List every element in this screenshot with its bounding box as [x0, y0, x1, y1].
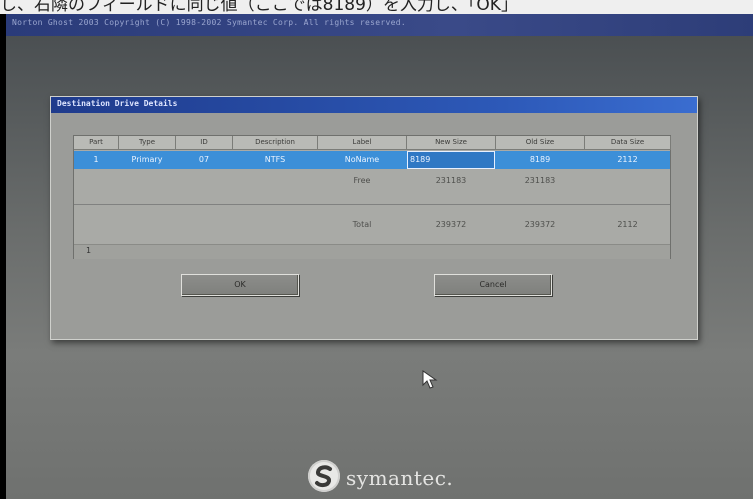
status-value: 1 — [86, 246, 92, 255]
app-title-bar: Norton Ghost 2003 Copyright (C) 1998-200… — [6, 14, 753, 36]
dialog-title-bar: Destination Drive Details — [51, 97, 697, 113]
symantec-logo: symantec. — [308, 454, 468, 494]
ok-button[interactable]: OK — [181, 274, 299, 296]
partition-table: Part Type ID Description Label New Size … — [73, 135, 671, 259]
cell-old-size: 239372 — [524, 220, 556, 229]
app-title: Norton Ghost 2003 Copyright (C) 1998-200… — [12, 18, 406, 27]
table-divider — [74, 204, 670, 205]
cell-data-size: 2112 — [617, 155, 638, 164]
cell-new-size: 239372 — [435, 220, 467, 229]
symantec-wordmark: symantec. — [346, 466, 454, 490]
dialog-title: Destination Drive Details — [57, 99, 178, 108]
destination-drive-details-dialog: Destination Drive Details Part Type ID D… — [50, 96, 698, 340]
caption-strip: し、右隣のフィールドに同じ値（ここでは8189）を入力し、「OK」 — [0, 0, 753, 14]
column-header-label[interactable]: Label — [318, 136, 407, 150]
caption-text: し、右隣のフィールドに同じ値（ここでは8189）を入力し、「OK」 — [0, 0, 518, 14]
column-header-id[interactable]: ID — [176, 136, 233, 150]
cell-old-size: 8189 — [529, 155, 551, 164]
table-row[interactable]: Free 231183 231183 — [74, 172, 670, 190]
cell-data-size: 2112 — [617, 220, 638, 229]
table-row[interactable]: Total 239372 239372 2112 — [74, 216, 670, 234]
column-header-old-size[interactable]: Old Size — [496, 136, 585, 150]
monitor-screen: Norton Ghost 2003 Copyright (C) 1998-200… — [6, 14, 753, 499]
cell-label: NoName — [344, 155, 380, 164]
column-header-new-size[interactable]: New Size — [407, 136, 496, 150]
new-size-input[interactable]: 8189 — [407, 151, 495, 169]
cancel-button[interactable]: Cancel — [434, 274, 552, 296]
cell-type: Primary — [131, 155, 163, 164]
cell-description: NTFS — [264, 155, 286, 164]
column-header-description[interactable]: Description — [233, 136, 318, 150]
cell-id: 07 — [198, 155, 210, 164]
cell-label: Total — [352, 220, 372, 229]
table-row[interactable]: 1 Primary 07 NTFS NoName 8189 8189 2112 — [74, 151, 670, 169]
cell-old-size: 231183 — [524, 176, 556, 185]
column-header-part[interactable]: Part — [74, 136, 119, 150]
status-line: 1 — [74, 244, 670, 259]
cell-part: 1 — [93, 155, 99, 164]
column-header-data-size[interactable]: Data Size — [585, 136, 671, 150]
column-header-type[interactable]: Type — [119, 136, 176, 150]
cell-label: Free — [353, 176, 371, 185]
mouse-pointer-icon — [422, 370, 438, 389]
table-header: Part Type ID Description Label New Size … — [74, 136, 671, 150]
symantec-emblem-icon — [308, 460, 340, 492]
cell-new-size: 231183 — [435, 176, 467, 185]
